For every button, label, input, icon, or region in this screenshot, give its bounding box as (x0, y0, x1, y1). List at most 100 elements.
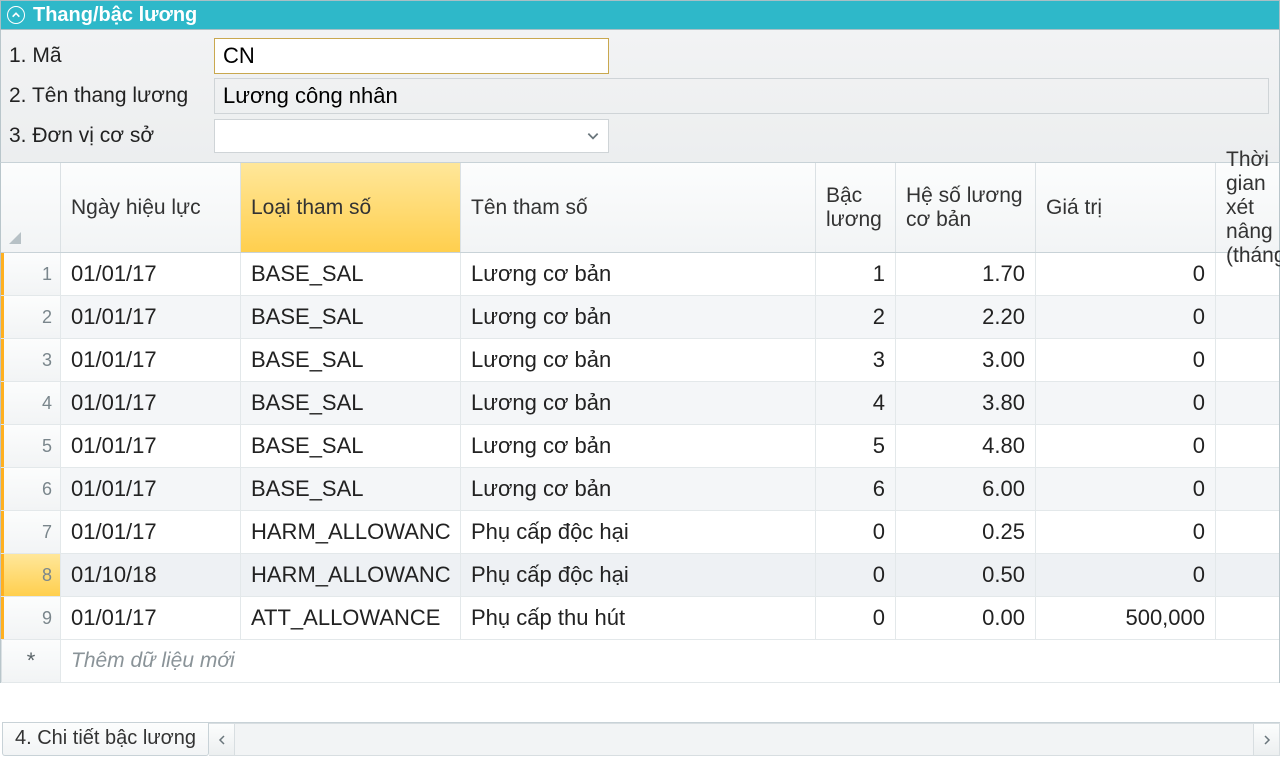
column-header-date[interactable]: Ngày hiệu lực (61, 163, 241, 252)
cell-paramname[interactable]: Lương cơ bản (461, 296, 816, 338)
cell-paramtype[interactable]: BASE_SAL (241, 296, 461, 338)
new-row[interactable]: * Thêm dữ liệu mới (1, 640, 1279, 683)
cell-coef[interactable]: 0.25 (896, 511, 1036, 553)
cell-date[interactable]: 01/10/18 (61, 554, 241, 596)
cell-value[interactable]: 0 (1036, 253, 1216, 295)
column-header-level[interactable]: Bậc lương (816, 163, 896, 252)
cell-paramtype[interactable]: BASE_SAL (241, 468, 461, 510)
table-row[interactable]: 501/01/17BASE_SALLương cơ bản54.800 (1, 425, 1279, 468)
footer-tab[interactable]: 4. Chi tiết bậc lương (2, 723, 209, 756)
cell-period[interactable] (1216, 597, 1279, 639)
triangle-icon (9, 232, 21, 244)
cell-paramname[interactable]: Lương cơ bản (461, 468, 816, 510)
cell-value[interactable]: 0 (1036, 511, 1216, 553)
cell-value[interactable]: 0 (1036, 382, 1216, 424)
panel-title: Thang/bậc lương (33, 4, 197, 27)
table-row[interactable]: 801/10/18HARM_ALLOWANCPhụ cấp độc hại00.… (1, 554, 1279, 597)
scroll-right-arrow[interactable] (1253, 724, 1279, 755)
scroll-track[interactable] (235, 724, 1253, 755)
new-row-star: * (1, 640, 61, 682)
cell-paramname[interactable]: Lương cơ bản (461, 253, 816, 295)
cell-date[interactable]: 01/01/17 (61, 382, 241, 424)
cell-coef[interactable]: 3.00 (896, 339, 1036, 381)
cell-paramtype[interactable]: BASE_SAL (241, 339, 461, 381)
cell-period[interactable] (1216, 382, 1279, 424)
row-number: 3 (1, 339, 61, 381)
table-row[interactable]: 301/01/17BASE_SALLương cơ bản33.000 (1, 339, 1279, 382)
table-row[interactable]: 401/01/17BASE_SALLương cơ bản43.800 (1, 382, 1279, 425)
cell-coef[interactable]: 1.70 (896, 253, 1036, 295)
cell-period[interactable] (1216, 296, 1279, 338)
table-row[interactable]: 901/01/17ATT_ALLOWANCEPhụ cấp thu hút00.… (1, 597, 1279, 640)
table-row[interactable]: 101/01/17BASE_SALLương cơ bản11.700 (1, 253, 1279, 296)
cell-level[interactable]: 0 (816, 554, 896, 596)
cell-coef[interactable]: 3.80 (896, 382, 1036, 424)
unit-select[interactable] (214, 119, 609, 153)
cell-period[interactable] (1216, 468, 1279, 510)
cell-coef[interactable]: 4.80 (896, 425, 1036, 467)
column-header-paramname[interactable]: Tên tham số (461, 163, 816, 252)
footer-bar: 4. Chi tiết bậc lương (2, 722, 1280, 756)
row-number: 8 (1, 554, 61, 596)
column-header-paramtype[interactable]: Loại tham số (241, 163, 461, 252)
cell-coef[interactable]: 6.00 (896, 468, 1036, 510)
cell-value[interactable]: 500,000 (1036, 597, 1216, 639)
cell-coef[interactable]: 0.50 (896, 554, 1036, 596)
cell-value[interactable]: 0 (1036, 296, 1216, 338)
table-row[interactable]: 201/01/17BASE_SALLương cơ bản22.200 (1, 296, 1279, 339)
cell-paramtype[interactable]: HARM_ALLOWANC (241, 511, 461, 553)
cell-period[interactable] (1216, 511, 1279, 553)
cell-paramtype[interactable]: BASE_SAL (241, 425, 461, 467)
cell-period[interactable] (1216, 339, 1279, 381)
cell-date[interactable]: 01/01/17 (61, 425, 241, 467)
cell-paramname[interactable]: Lương cơ bản (461, 339, 816, 381)
cell-date[interactable]: 01/01/17 (61, 339, 241, 381)
row-number: 7 (1, 511, 61, 553)
cell-date[interactable]: 01/01/17 (61, 468, 241, 510)
name-input[interactable] (214, 78, 1269, 114)
row-number: 2 (1, 296, 61, 338)
form-area: 1. Mã 2. Tên thang lương 3. Đơn vị cơ sở (0, 30, 1280, 162)
cell-paramtype[interactable]: BASE_SAL (241, 253, 461, 295)
cell-date[interactable]: 01/01/17 (61, 253, 241, 295)
cell-value[interactable]: 0 (1036, 425, 1216, 467)
column-header-period[interactable]: Thời gian xét nâng (tháng) (1216, 163, 1279, 252)
cell-level[interactable]: 4 (816, 382, 896, 424)
cell-level[interactable]: 3 (816, 339, 896, 381)
cell-paramname[interactable]: Phụ cấp thu hút (461, 597, 816, 639)
cell-value[interactable]: 0 (1036, 554, 1216, 596)
cell-coef[interactable]: 0.00 (896, 597, 1036, 639)
cell-level[interactable]: 1 (816, 253, 896, 295)
cell-value[interactable]: 0 (1036, 468, 1216, 510)
cell-value[interactable]: 0 (1036, 339, 1216, 381)
cell-paramtype[interactable]: ATT_ALLOWANCE (241, 597, 461, 639)
cell-paramname[interactable]: Phụ cấp độc hại (461, 554, 816, 596)
cell-paramname[interactable]: Phụ cấp độc hại (461, 511, 816, 553)
horizontal-scrollbar[interactable] (209, 723, 1280, 756)
code-input[interactable] (214, 38, 609, 74)
cell-paramname[interactable]: Lương cơ bản (461, 425, 816, 467)
cell-paramtype[interactable]: HARM_ALLOWANC (241, 554, 461, 596)
cell-level[interactable]: 0 (816, 597, 896, 639)
cell-level[interactable]: 0 (816, 511, 896, 553)
cell-level[interactable]: 5 (816, 425, 896, 467)
cell-date[interactable]: 01/01/17 (61, 511, 241, 553)
new-row-placeholder: Thêm dữ liệu mới (61, 640, 1279, 682)
cell-period[interactable] (1216, 554, 1279, 596)
column-header-coef[interactable]: Hệ số lương cơ bản (896, 163, 1036, 252)
table-row[interactable]: 601/01/17BASE_SALLương cơ bản66.000 (1, 468, 1279, 511)
cell-paramtype[interactable]: BASE_SAL (241, 382, 461, 424)
row-number: 4 (1, 382, 61, 424)
table-row[interactable]: 701/01/17HARM_ALLOWANCPhụ cấp độc hại00.… (1, 511, 1279, 554)
cell-date[interactable]: 01/01/17 (61, 296, 241, 338)
cell-level[interactable]: 2 (816, 296, 896, 338)
cell-period[interactable] (1216, 425, 1279, 467)
collapse-icon[interactable] (7, 6, 25, 24)
cell-paramname[interactable]: Lương cơ bản (461, 382, 816, 424)
cell-date[interactable]: 01/01/17 (61, 597, 241, 639)
cell-coef[interactable]: 2.20 (896, 296, 1036, 338)
scroll-left-arrow[interactable] (209, 724, 235, 755)
cell-level[interactable]: 6 (816, 468, 896, 510)
column-header-value[interactable]: Giá trị (1036, 163, 1216, 252)
column-header-rownum[interactable] (1, 163, 61, 252)
